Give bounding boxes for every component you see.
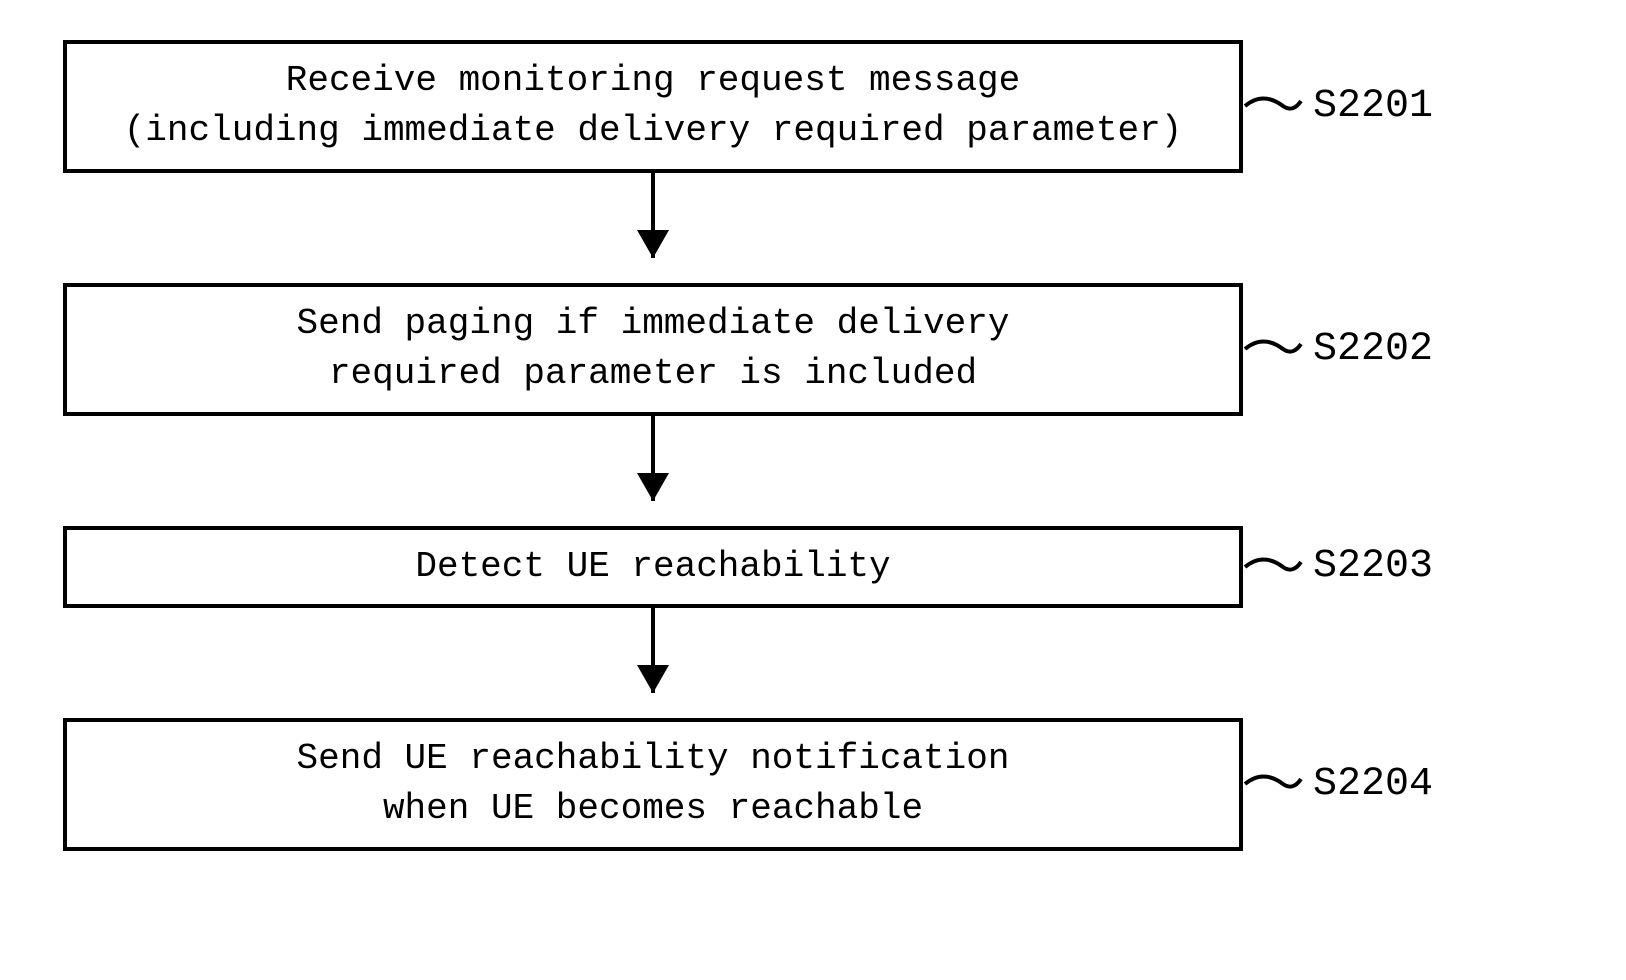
- connector-curve-icon: [1243, 324, 1303, 374]
- step-box-4: Send UE reachability notification when U…: [63, 718, 1243, 851]
- arrow-down-icon: [63, 173, 1243, 283]
- step-text-line: when UE becomes reachable: [87, 784, 1219, 834]
- step-row-4: Send UE reachability notification when U…: [63, 718, 1563, 851]
- step-box-1: Receive monitoring request message (incl…: [63, 40, 1243, 173]
- step-label: S2202: [1313, 327, 1433, 372]
- step-text-line: Send UE reachability notification: [87, 734, 1219, 784]
- step-text-line: required parameter is included: [87, 349, 1219, 399]
- connector-curve-icon: [1243, 81, 1303, 131]
- step-text-line: (including immediate delivery required p…: [87, 106, 1219, 156]
- step-text-line: Receive monitoring request message: [87, 56, 1219, 106]
- arrow-down-icon: [63, 416, 1243, 526]
- connector-curve-icon: [1243, 759, 1303, 809]
- step-text-line: Detect UE reachability: [87, 542, 1219, 592]
- step-label: S2201: [1313, 84, 1433, 129]
- step-text-line: Send paging if immediate delivery: [87, 299, 1219, 349]
- step-label: S2203: [1313, 544, 1433, 589]
- step-box-2: Send paging if immediate delivery requir…: [63, 283, 1243, 416]
- step-row-3: Detect UE reachability S2203: [63, 526, 1563, 608]
- step-box-3: Detect UE reachability: [63, 526, 1243, 608]
- step-row-2: Send paging if immediate delivery requir…: [63, 283, 1563, 416]
- step-label: S2204: [1313, 762, 1433, 807]
- flowchart-diagram: Receive monitoring request message (incl…: [63, 40, 1563, 851]
- arrow-down-icon: [63, 608, 1243, 718]
- step-row-1: Receive monitoring request message (incl…: [63, 40, 1563, 173]
- connector-curve-icon: [1243, 542, 1303, 592]
